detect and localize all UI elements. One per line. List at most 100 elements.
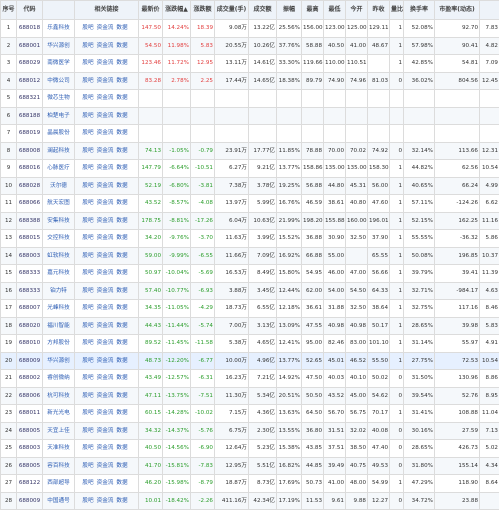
stock-code[interactable]: 688388 xyxy=(17,212,43,230)
stock-name[interactable]: 虹软科技 xyxy=(43,247,75,265)
table-row[interactable]: 5688321微芯生物股吧资金流数据 xyxy=(1,90,499,108)
fund-flow-link[interactable]: 资金流 xyxy=(97,445,114,451)
table-row[interactable]: 11688066航天宏图股吧资金流数据43.52-8.57%-4.0813.97… xyxy=(1,195,499,213)
table-row[interactable]: 6688188柏楚电子股吧资金流数据 xyxy=(1,107,499,125)
data-link[interactable]: 数据 xyxy=(116,323,127,329)
stock-name[interactable]: 心脉医疗 xyxy=(43,160,75,178)
stock-code[interactable]: 688188 xyxy=(17,107,43,125)
column-header[interactable]: 最低 xyxy=(324,1,346,20)
fund-flow-link[interactable]: 资金流 xyxy=(97,270,114,276)
data-link[interactable]: 数据 xyxy=(116,305,127,311)
table-row[interactable]: 26688005容百科技股吧资金流数据41.70-15.81%-7.8312.9… xyxy=(1,457,499,475)
table-row[interactable]: 23688011新光光电股吧资金流数据60.15-14.28%-10.027.1… xyxy=(1,405,499,423)
stock-code[interactable]: 688007 xyxy=(17,300,43,318)
table-row[interactable]: 24688005天宜上佳股吧资金流数据34.32-14.37%-5.766.75… xyxy=(1,422,499,440)
stock-name[interactable]: 南微医学 xyxy=(43,55,75,73)
data-link[interactable]: 数据 xyxy=(116,428,127,434)
data-link[interactable]: 数据 xyxy=(116,480,127,486)
stock-name[interactable]: 容百科技 xyxy=(43,457,75,475)
stock-code[interactable]: 688002 xyxy=(17,370,43,388)
stock-code[interactable]: 688028 xyxy=(17,177,43,195)
guba-link[interactable]: 股吧 xyxy=(82,393,93,399)
guba-link[interactable]: 股吧 xyxy=(82,340,93,346)
fund-flow-link[interactable]: 资金流 xyxy=(97,60,114,66)
data-link[interactable]: 数据 xyxy=(116,183,127,189)
guba-link[interactable]: 股吧 xyxy=(82,305,93,311)
stock-name[interactable]: 华兴源创 xyxy=(43,37,75,55)
guba-link[interactable]: 股吧 xyxy=(82,165,93,171)
guba-link[interactable]: 股吧 xyxy=(82,218,93,224)
fund-flow-link[interactable]: 资金流 xyxy=(97,183,114,189)
fund-flow-link[interactable]: 资金流 xyxy=(97,288,114,294)
stock-code[interactable]: 688010 xyxy=(17,335,43,353)
data-link[interactable]: 数据 xyxy=(116,253,127,259)
stock-code[interactable]: 688005 xyxy=(17,457,43,475)
fund-flow-link[interactable]: 资金流 xyxy=(97,25,114,31)
table-row[interactable]: 14688003虹软科技股吧资金流数据59.00-9.99%-6.5511.66… xyxy=(1,247,499,265)
table-row[interactable]: 21688002睿创微纳股吧资金流数据43.49-12.57%-6.3116.2… xyxy=(1,370,499,388)
stock-name[interactable]: 沃尔德 xyxy=(43,177,75,195)
data-link[interactable]: 数据 xyxy=(116,25,127,31)
stock-name[interactable]: 西部超导 xyxy=(43,475,75,493)
fund-flow-link[interactable]: 资金流 xyxy=(97,340,114,346)
data-link[interactable]: 数据 xyxy=(116,235,127,241)
stock-name[interactable]: 嘉元科技 xyxy=(43,265,75,283)
fund-flow-link[interactable]: 资金流 xyxy=(97,165,114,171)
guba-link[interactable]: 股吧 xyxy=(82,25,93,31)
stock-code[interactable]: 688066 xyxy=(17,195,43,213)
table-row[interactable]: 1688018乐鑫科技股吧资金流数据147.5014.24%18.399.08万… xyxy=(1,20,499,38)
data-link[interactable]: 数据 xyxy=(116,358,127,364)
guba-link[interactable]: 股吧 xyxy=(82,445,93,451)
data-link[interactable]: 数据 xyxy=(116,445,127,451)
guba-link[interactable]: 股吧 xyxy=(82,270,93,276)
column-header[interactable]: 最高 xyxy=(302,1,324,20)
fund-flow-link[interactable]: 资金流 xyxy=(97,130,114,136)
stock-code[interactable]: 688122 xyxy=(17,475,43,493)
stock-code[interactable]: 688005 xyxy=(17,422,43,440)
stock-name[interactable]: 交控科技 xyxy=(43,230,75,248)
table-row[interactable]: 19688010方邦股份股吧资金流数据89.52-11.45%-11.585.3… xyxy=(1,335,499,353)
stock-code[interactable]: 688009 xyxy=(17,352,43,370)
fund-flow-link[interactable]: 资金流 xyxy=(97,358,114,364)
guba-link[interactable]: 股吧 xyxy=(82,78,93,84)
data-link[interactable]: 数据 xyxy=(116,43,127,49)
data-link[interactable]: 数据 xyxy=(116,60,127,66)
guba-link[interactable]: 股吧 xyxy=(82,498,93,504)
guba-link[interactable]: 股吧 xyxy=(82,130,93,136)
table-row[interactable]: 18688020福川智能股吧资金流数据44.43-11.44%-5.747.00… xyxy=(1,317,499,335)
data-link[interactable]: 数据 xyxy=(116,165,127,171)
fund-flow-link[interactable]: 资金流 xyxy=(97,78,114,84)
stock-name[interactable]: 澜起科技 xyxy=(43,142,75,160)
stock-name[interactable]: 微芯生物 xyxy=(43,90,75,108)
fund-flow-link[interactable]: 资金流 xyxy=(97,148,114,154)
column-header[interactable]: 最新价 xyxy=(139,1,163,20)
table-row[interactable]: 27688122西部超导股吧资金流数据46.20-15.98%-8.7918.8… xyxy=(1,475,499,493)
fund-flow-link[interactable]: 资金流 xyxy=(97,235,114,241)
stock-name[interactable]: 航天宏图 xyxy=(43,195,75,213)
guba-link[interactable]: 股吧 xyxy=(82,43,93,49)
data-link[interactable]: 数据 xyxy=(116,148,127,154)
guba-link[interactable]: 股吧 xyxy=(82,463,93,469)
fund-flow-link[interactable]: 资金流 xyxy=(97,200,114,206)
data-link[interactable]: 数据 xyxy=(116,463,127,469)
stock-code[interactable]: 688020 xyxy=(17,317,43,335)
table-row[interactable]: 9688016心脉医疗股吧资金流数据147.79-6.64%-10.516.27… xyxy=(1,160,499,178)
stock-name[interactable]: 铂力特 xyxy=(43,282,75,300)
guba-link[interactable]: 股吧 xyxy=(82,375,93,381)
table-row[interactable]: 22688006杭可科技股吧资金流数据47.11-13.75%-7.5111.3… xyxy=(1,387,499,405)
stock-name[interactable]: 乐鑫科技 xyxy=(43,20,75,38)
stock-code[interactable]: 688015 xyxy=(17,230,43,248)
guba-link[interactable]: 股吧 xyxy=(82,183,93,189)
fund-flow-link[interactable]: 资金流 xyxy=(97,480,114,486)
table-row[interactable]: 15688333嘉元科技股吧资金流数据50.97-10.04%-5.6916.5… xyxy=(1,265,499,283)
stock-code[interactable]: 688012 xyxy=(17,72,43,90)
fund-flow-link[interactable]: 资金流 xyxy=(97,375,114,381)
guba-link[interactable]: 股吧 xyxy=(82,323,93,329)
fund-flow-link[interactable]: 资金流 xyxy=(97,428,114,434)
column-header[interactable]: 量比 xyxy=(390,1,404,20)
column-header[interactable]: 成交额 xyxy=(249,1,277,20)
guba-link[interactable]: 股吧 xyxy=(82,113,93,119)
fund-flow-link[interactable]: 资金流 xyxy=(97,43,114,49)
data-link[interactable]: 数据 xyxy=(116,130,127,136)
guba-link[interactable]: 股吧 xyxy=(82,148,93,154)
